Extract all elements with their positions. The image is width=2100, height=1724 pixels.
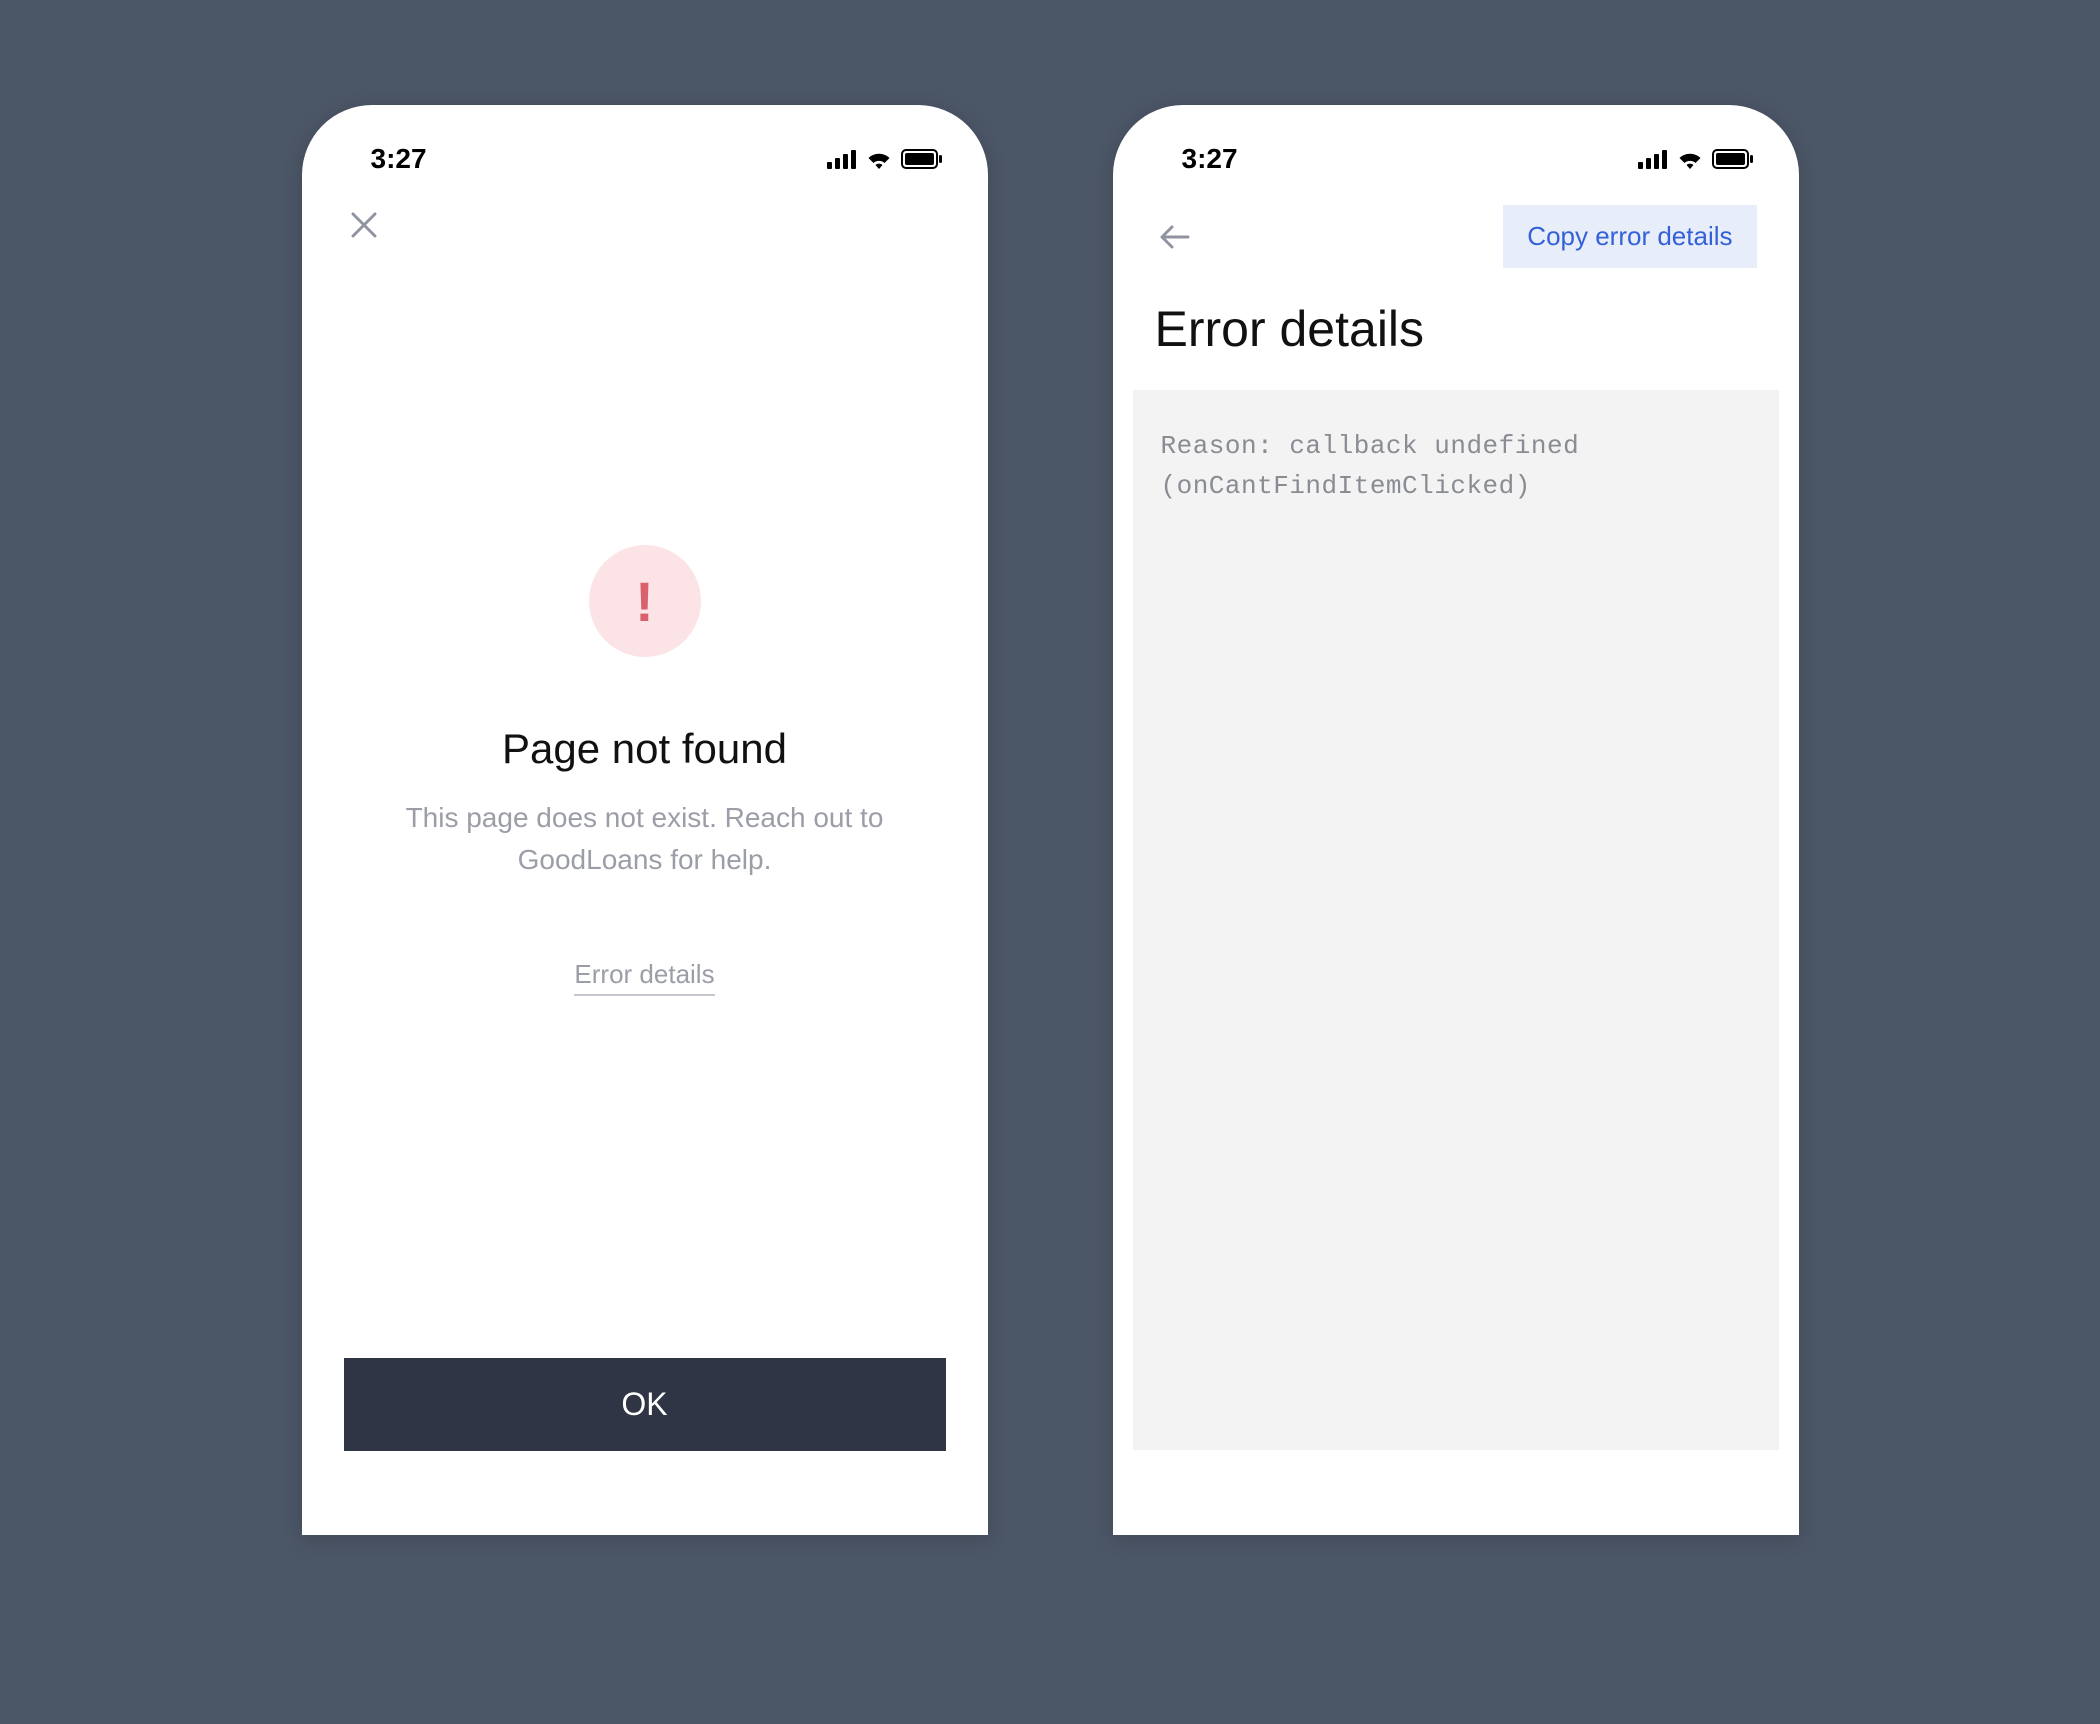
exclamation-icon: ! [635, 569, 654, 634]
error-content: ! Page not found This page does not exis… [302, 545, 988, 996]
status-icons [1638, 149, 1754, 169]
status-bar: 3:27 [1113, 135, 1799, 183]
battery-icon [901, 149, 943, 169]
signal-icon [1638, 149, 1668, 169]
signal-icon [827, 149, 857, 169]
page-title: Error details [1113, 268, 1799, 390]
error-log: Reason: callback undefined (onCantFindIt… [1133, 390, 1779, 1450]
nav-bar [302, 183, 988, 245]
error-subtitle: This page does not exist. Reach out to G… [395, 797, 895, 881]
close-icon[interactable] [344, 205, 384, 245]
nav-bar: Copy error details [1113, 183, 1799, 268]
phone-mockup-error: 3:27 ! Page not found This page does not… [302, 105, 988, 1535]
ok-button[interactable]: OK [344, 1358, 946, 1451]
status-icons [827, 149, 943, 169]
copy-error-details-button[interactable]: Copy error details [1503, 205, 1756, 268]
wifi-icon [1676, 149, 1704, 169]
phone-mockup-details: 3:27 Copy error details Error details Re… [1113, 105, 1799, 1535]
status-time: 3:27 [347, 143, 427, 175]
wifi-icon [865, 149, 893, 169]
status-bar: 3:27 [302, 135, 988, 183]
battery-icon [1712, 149, 1754, 169]
error-details-link[interactable]: Error details [574, 959, 714, 996]
back-icon[interactable] [1155, 217, 1195, 257]
error-title: Page not found [502, 725, 787, 773]
error-icon: ! [589, 545, 701, 657]
status-time: 3:27 [1158, 143, 1238, 175]
